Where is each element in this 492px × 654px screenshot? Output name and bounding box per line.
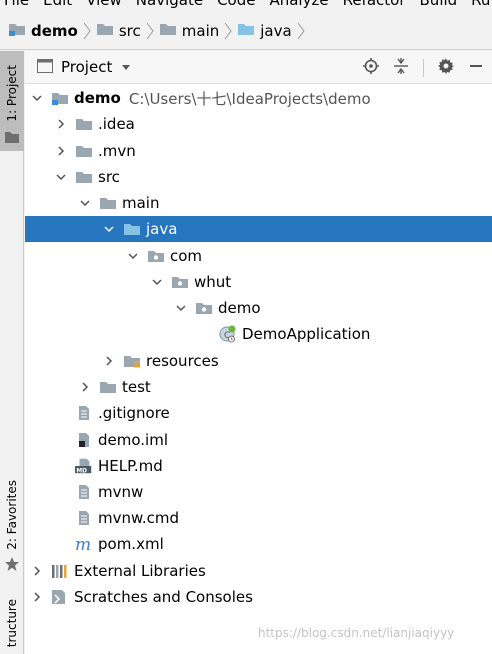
gear-icon[interactable]	[438, 58, 454, 78]
folder-icon	[99, 379, 117, 395]
chevron-right-icon[interactable]	[53, 143, 69, 159]
tab-structure[interactable]: tructure	[0, 599, 24, 654]
chevron-down-icon[interactable]	[101, 221, 117, 237]
menu-edit[interactable]: Edit	[43, 0, 72, 9]
tree-item-test[interactable]: test	[25, 374, 492, 400]
chevron-right-icon[interactable]	[101, 353, 117, 369]
tree-item-demo-iml[interactable]: demo.iml	[25, 427, 492, 453]
tree-item-demo-application[interactable]: C DemoApplication	[25, 321, 492, 347]
tab-favorites[interactable]: 2: Favorites	[0, 476, 24, 586]
tree-item-idea[interactable]: .idea	[25, 111, 492, 137]
breadcrumb-item-main[interactable]: main	[159, 12, 219, 49]
chevron-down-icon[interactable]	[149, 274, 165, 290]
view-dropdown-icon[interactable]	[122, 64, 131, 70]
menu-run[interactable]: Ru	[471, 0, 490, 9]
chevron-right-icon[interactable]	[53, 116, 69, 132]
menu-bar: File Edit View Navigate Code Analyze Ref…	[0, 0, 492, 10]
chevron-right-icon[interactable]	[29, 563, 45, 579]
locate-icon[interactable]	[363, 57, 379, 78]
menu-file[interactable]: File	[4, 0, 29, 9]
svg-text:m: m	[75, 536, 91, 552]
chevron-down-icon[interactable]	[29, 90, 45, 106]
menu-code[interactable]: Code	[217, 0, 255, 9]
chevron-down-icon[interactable]	[53, 169, 69, 185]
chevron-down-icon[interactable]	[77, 195, 93, 211]
source-folder-icon	[123, 221, 141, 237]
package-icon	[171, 274, 189, 290]
tree-item-com[interactable]: com	[25, 243, 492, 269]
package-icon	[147, 248, 165, 264]
breadcrumb-separator-icon	[143, 12, 157, 49]
minimize-icon[interactable]	[468, 58, 484, 78]
package-icon	[195, 300, 213, 316]
toolbar-divider	[423, 58, 424, 77]
source-folder-icon	[237, 21, 255, 41]
tree-item-gitignore[interactable]: .gitignore	[25, 400, 492, 426]
tree-item-external-libraries[interactable]: External Libraries	[25, 558, 492, 584]
star-icon	[5, 556, 19, 575]
project-folder-icon	[5, 128, 19, 147]
tree-item-demo-root[interactable]: demo C:\Users\十七\IdeaProjects\demo	[25, 85, 492, 111]
menu-view[interactable]: View	[86, 0, 122, 9]
tab-project[interactable]: 1: Project	[0, 51, 24, 151]
tree-item-help-md[interactable]: MD HELP.md	[25, 453, 492, 479]
module-folder-icon	[51, 90, 69, 106]
tree-item-scratches[interactable]: Scratches and Consoles	[25, 584, 492, 610]
chevron-right-icon[interactable]	[29, 589, 45, 605]
tree-item-java[interactable]: java	[25, 216, 492, 242]
library-icon	[51, 563, 69, 579]
collapse-all-icon[interactable]	[393, 57, 409, 78]
text-file-icon	[75, 510, 93, 526]
chevron-down-icon[interactable]	[173, 300, 189, 316]
breadcrumb-item-src[interactable]: src	[96, 12, 141, 49]
tree-item-resources[interactable]: resources	[25, 348, 492, 374]
breadcrumb-item-java[interactable]: java	[237, 12, 292, 49]
panel-header: Project	[25, 51, 492, 84]
folder-icon	[75, 116, 93, 132]
tree-item-mvn[interactable]: .mvn	[25, 138, 492, 164]
tree-item-mvnw-cmd[interactable]: mvnw.cmd	[25, 505, 492, 531]
tree-item-whut[interactable]: whut	[25, 269, 492, 295]
menu-analyze[interactable]: Analyze	[269, 0, 328, 9]
tree-item-pom-xml[interactable]: m pom.xml	[25, 531, 492, 557]
tree-item-main[interactable]: main	[25, 190, 492, 216]
tree-item-mvnw[interactable]: mvnw	[25, 479, 492, 505]
breadcrumb-separator-icon	[80, 12, 94, 49]
folder-icon	[96, 21, 114, 41]
folder-icon	[159, 21, 177, 41]
tree-item-demo-package[interactable]: demo	[25, 295, 492, 321]
menu-navigate[interactable]: Navigate	[136, 0, 203, 9]
text-file-icon	[75, 484, 93, 500]
text-file-icon	[75, 405, 93, 421]
scratches-icon	[51, 589, 69, 605]
breadcrumb-separator-icon	[221, 12, 235, 49]
breadcrumb-item-demo[interactable]: demo	[8, 12, 78, 49]
tree-item-src[interactable]: src	[25, 164, 492, 190]
project-view-icon	[37, 58, 53, 77]
project-panel: Project demo C:\Users\十七\IdeaProjects\de…	[25, 51, 492, 654]
resources-folder-icon	[123, 353, 141, 369]
iml-file-icon	[75, 432, 93, 448]
chevron-right-icon[interactable]	[77, 379, 93, 395]
module-folder-icon	[8, 21, 26, 41]
watermark: https://blog.csdn.net/lianjiaqiyyy	[258, 626, 455, 640]
breadcrumb-separator-icon	[294, 12, 308, 49]
panel-title: Project	[61, 58, 113, 76]
chevron-down-icon[interactable]	[125, 248, 141, 264]
breadcrumb: demo src main java	[0, 12, 492, 50]
maven-icon: m	[75, 536, 93, 552]
spring-boot-class-icon: C	[219, 325, 237, 343]
folder-icon	[75, 143, 93, 159]
menu-build[interactable]: Build	[420, 0, 458, 9]
menu-refactor[interactable]: Refactor	[343, 0, 406, 9]
svg-text:MD: MD	[76, 468, 87, 474]
folder-icon	[99, 195, 117, 211]
left-tool-strip: 1: Project 2: Favorites tructure	[0, 51, 24, 654]
markdown-file-icon: MD	[75, 458, 93, 474]
folder-icon	[75, 169, 93, 185]
